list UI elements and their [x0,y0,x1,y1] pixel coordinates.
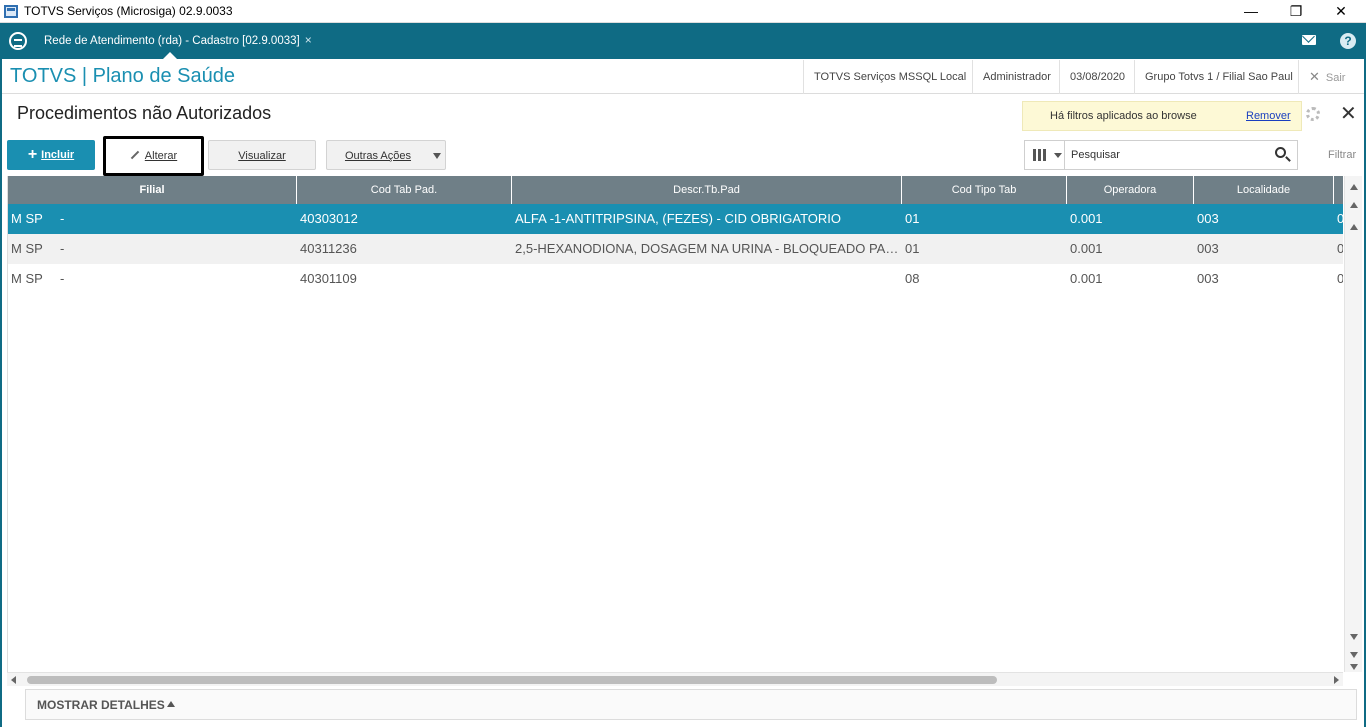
search-icon[interactable] [1275,147,1286,158]
cell-cod-tipo-tab: 01 [905,211,920,226]
chevron-up-icon [167,701,175,707]
cell-descr: 2,5-HEXANODIONA, DOSAGEM NA URINA - BLOQ… [515,241,900,256]
grid-header: Filial Cod Tab Pad. Descr.Tb.Pad Cod Tip… [8,176,1343,204]
scroll-top-icon[interactable] [1350,184,1358,190]
scroll-up-icon[interactable] [1350,224,1358,230]
view-button-label: Visualizar [238,150,286,162]
alter-button[interactable]: Alterar [103,136,204,176]
window-close-button[interactable]: ✕ [1318,0,1364,23]
cell-filial: M SP [11,271,43,286]
scroll-down-icon[interactable] [1350,634,1358,640]
cell-extra: 0 [1334,264,1343,294]
active-tab-indicator-icon [163,52,177,59]
columns-icon-bar [1038,149,1041,161]
scroll-right-icon[interactable] [1334,676,1339,684]
cell-cod-tipo-tab: 08 [905,271,920,286]
totvs-logo-icon[interactable] [9,32,27,50]
cell-descr: ALFA -1-ANTITRIPSINA, (FEZES) - CID OBRI… [515,211,842,226]
tab-rede-atendimento[interactable]: Rede de Atendimento (rda) - Cadastro [02… [36,23,320,59]
include-button[interactable]: + Incluir [7,140,95,170]
pencil-icon [130,150,140,160]
column-header-filial[interactable]: Filial [8,176,297,204]
cell-cod-tab-pad: 40311236 [300,241,357,256]
cell-cod-tipo-tab: 01 [905,241,920,256]
tab-label: Rede de Atendimento (rda) - Cadastro [02… [44,35,300,47]
exit-icon: ✕ [1309,69,1320,84]
filter-notice: Há filtros aplicados ao browse Remover [1022,101,1302,131]
cell-filial: M SP [11,211,43,226]
horizontal-scroll-thumb[interactable] [27,676,997,684]
window-frame-left [0,23,2,727]
page-title: Procedimentos não Autorizados [17,103,272,123]
gear-icon[interactable] [1306,107,1320,121]
cell-filial-sep: - [60,241,65,256]
columns-icon-bar [1043,149,1046,161]
column-header-operadora[interactable]: Operadora [1067,176,1194,204]
exit-button[interactable]: ✕ Sair [1298,60,1345,94]
cell-localidade: 003 [1197,241,1219,256]
mail-icon[interactable] [1302,35,1316,45]
scroll-bottom-icon[interactable] [1350,664,1358,670]
window-titlebar: TOTVS Serviços (Microsiga) 02.9.0033 — ❐… [0,0,1366,23]
other-actions-label: Outras Ações [344,150,412,162]
window-title: TOTVS Serviços (Microsiga) 02.9.0033 [24,4,233,18]
date-info: 03/08/2020 [1059,60,1135,94]
cell-operadora: 0.001 [1070,271,1103,286]
close-browse-icon[interactable]: ✕ [1340,104,1357,124]
user-info: Administrador [972,60,1061,94]
brand-title: TOTVS | Plano de Saúde [10,65,235,87]
include-button-label: Incluir [41,149,75,161]
cell-cod-tab-pad: 40303012 [300,211,358,226]
column-header-cod-tipo-tab[interactable]: Cod Tipo Tab [902,176,1067,204]
show-details-bar[interactable]: MOSTRAR DETALHES [25,689,1357,720]
view-button[interactable]: Visualizar [208,140,316,170]
cell-localidade: 003 [1197,271,1219,286]
filter-notice-message: Há filtros aplicados ao browse [1050,110,1197,122]
environment-info: TOTVS Serviços MSSQL Local [803,60,976,94]
restore-button[interactable]: ❐ [1273,0,1319,23]
remove-filter-link[interactable]: Remover [1246,110,1291,122]
table-row[interactable]: M SP - 40311236 2,5-HEXANODIONA, DOSAGEM… [8,234,1343,264]
scroll-page-down-icon[interactable] [1350,652,1358,658]
cell-operadora: 0.001 [1070,241,1103,256]
alter-button-label: Alterar [144,150,178,162]
horizontal-scrollbar[interactable] [7,672,1343,686]
table-row[interactable]: M SP - 40303012 ALFA -1-ANTITRIPSINA, (F… [8,204,1343,234]
branch-info: Grupo Totvs 1 / Filial Sao Paul [1134,60,1303,94]
search-box: Pesquisar [1024,140,1298,170]
column-header-cod-tab-pad[interactable]: Cod Tab Pad. [297,176,512,204]
filter-button[interactable]: Filtrar [1328,149,1356,161]
browse-grid: Filial Cod Tab Pad. Descr.Tb.Pad Cod Tip… [7,176,1343,672]
chevron-down-icon [433,153,441,159]
scroll-left-icon[interactable] [11,676,16,684]
other-actions-button[interactable]: Outras Ações [326,140,446,170]
search-input[interactable]: Pesquisar [1067,141,1267,169]
scroll-page-up-icon[interactable] [1350,202,1358,208]
help-icon[interactable]: ? [1340,33,1356,49]
app-header: TOTVS | Plano de Saúde TOTVS Serviços MS… [2,60,1364,94]
plus-icon: + [27,146,38,163]
cell-cod-tab-pad: 40301109 [300,271,357,286]
cell-extra: 0 [1334,234,1343,264]
column-header-localidade[interactable]: Localidade [1194,176,1334,204]
columns-icon [1033,149,1036,161]
cell-descr [512,264,900,294]
cell-filial: M SP [11,241,43,256]
exit-label: Sair [1325,72,1346,84]
show-details-label: MOSTRAR DETALHES [37,698,165,712]
cell-operadora: 0.001 [1070,211,1103,226]
cell-extra: 0 [1334,204,1343,234]
chevron-down-icon [1054,153,1062,158]
cell-filial-sep: - [60,211,65,226]
columns-selector-button[interactable] [1025,141,1065,169]
table-row[interactable]: M SP - 40301109 08 0.001 003 0 [8,264,1343,294]
cell-localidade: 003 [1197,211,1219,226]
cell-filial-sep: - [60,271,65,286]
minimize-button[interactable]: — [1228,0,1274,23]
column-header-descr[interactable]: Descr.Tb.Pad [512,176,902,204]
app-window-icon [4,5,18,18]
tab-close-icon[interactable]: × [305,33,312,47]
app-tabbar: Rede de Atendimento (rda) - Cadastro [02… [0,23,1366,59]
vertical-scrollbar[interactable] [1344,176,1362,672]
